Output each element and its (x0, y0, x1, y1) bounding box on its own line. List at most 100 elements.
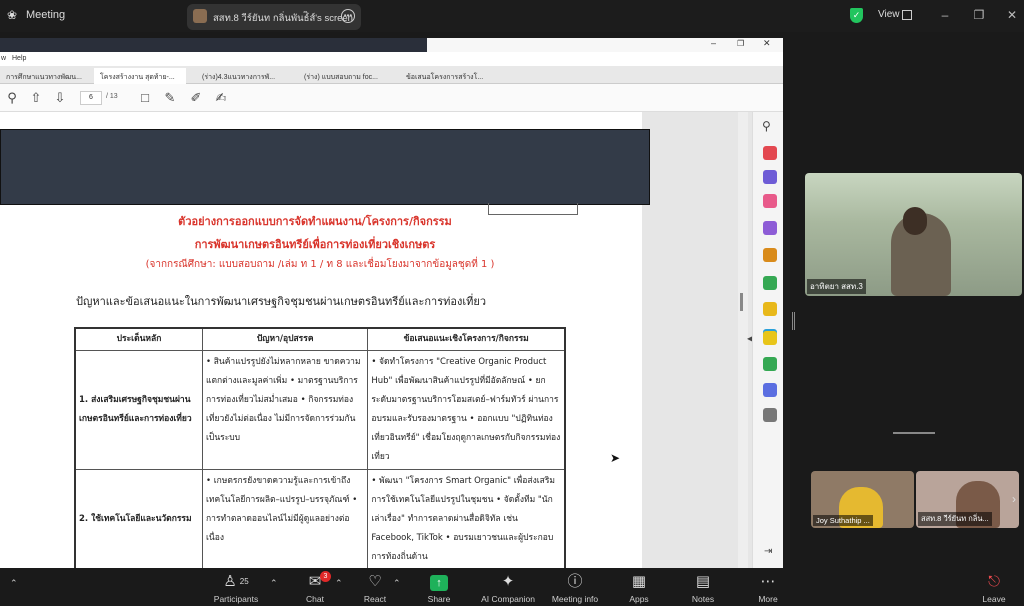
zoom-paw-icon: ❀ (7, 8, 18, 22)
doc-tab[interactable]: (ร่าง)4.3แนวทางการพั... (196, 68, 288, 84)
create-pdf-icon[interactable] (763, 170, 777, 184)
page-number-input[interactable]: 6 (80, 91, 102, 105)
more-dots-icon: ⋯ (760, 573, 776, 590)
page-box-outline (488, 203, 578, 215)
table-header: ข้อเสนอแนะเชิงโครงการ/กิจกรรม (367, 327, 566, 351)
pdf-close-icon[interactable]: ✕ (763, 38, 771, 49)
menu-item-help[interactable]: Help (12, 55, 26, 62)
more-label: More (758, 594, 778, 604)
share-screen-button[interactable]: ↑ Share (406, 572, 472, 604)
doc-tab[interactable]: การศึกษาแนวทางพัฒน... (0, 68, 88, 84)
table-cell-problems: • เกษตรกรยังขาดความรู้และการเข้าถึงเทคโน… (202, 468, 369, 568)
search-icon[interactable]: ⚲ (4, 90, 20, 106)
info-icon: ⓘ (567, 573, 583, 590)
view-grid-icon[interactable] (902, 10, 912, 20)
meeting-controls-bar: ⌃ ♙ 25 Participants ⌃ ✉ Chat ⌃ ♡ React ⌃ … (0, 568, 1024, 606)
table-header: ประเด็นหลัก (74, 327, 204, 351)
apps-button[interactable]: ▦ Apps (606, 572, 672, 604)
request-signature-icon[interactable] (763, 302, 777, 316)
restore-icon[interactable]: ❐ (972, 8, 986, 22)
person-head (903, 207, 927, 235)
participants-icon: ♙ 25 (223, 573, 249, 590)
page-up-icon[interactable]: ⇧ (28, 90, 44, 106)
view-button[interactable]: View (878, 9, 900, 20)
meeting-info-button[interactable]: ⓘ Meeting info (542, 572, 608, 604)
export-pdf-icon[interactable] (763, 146, 777, 160)
minimize-icon[interactable]: – (938, 8, 952, 22)
leave-button[interactable]: ⎋ Leave (962, 572, 1024, 604)
protect-icon[interactable] (763, 383, 777, 397)
chat-unread-badge: 3 (320, 571, 331, 582)
table-clip: ประเด็นหลัก ปัญหา/อุปสรรค ข้อเสนอแนะเชิง… (0, 325, 642, 568)
shared-desktop-strip (0, 38, 427, 52)
apps-icon: ▦ (631, 573, 647, 590)
table-row: 2. ใช้เทคโนโลยีและนวัตกรรม • เกษตรกรยังข… (74, 468, 566, 568)
doc-tab-label: ข้อเสนอโครงการสร้างโ... (406, 74, 484, 81)
table-cell-topic: 2. ใช้เทคโนโลยีและนวัตกรรม (74, 468, 204, 568)
panel-resize-handle[interactable] (792, 312, 795, 330)
doc-tab[interactable]: ข้อเสนอโครงการสร้างโ... (400, 68, 492, 84)
doc-section-heading: ปัญหาและข้อเสนอแนะในการพัฒนาเศรษฐกิจชุมช… (76, 295, 487, 308)
edit-pdf-icon[interactable] (763, 221, 777, 235)
video-tile[interactable]: Joy Suthathip ... (811, 471, 914, 528)
participant-name: อาทิตยา สสท.3 (807, 279, 866, 294)
draw-icon[interactable]: ✐ (188, 90, 204, 106)
pdf-restore-icon[interactable]: ❐ (737, 39, 744, 48)
expand-panel-icon[interactable]: ⇥ (764, 546, 772, 557)
mouse-cursor-icon: ➤ (610, 451, 621, 465)
leave-icon: ⎋ (988, 573, 1000, 590)
participants-count: 25 (239, 577, 249, 586)
participants-chevron-icon[interactable]: ⌃ (270, 578, 278, 589)
fill-sign-icon[interactable]: ✍ (213, 90, 229, 106)
doc-title-line-1: ตัวอย่างการออกแบบการจัดทำแผนงาน/โครงการ/… (178, 215, 452, 228)
doc-tab-label: (ร่าง)4.3แนวทางการพั... (202, 74, 276, 81)
more-tools-icon[interactable] (763, 408, 777, 422)
pdf-scroll-thumb[interactable] (740, 293, 743, 311)
react-chevron-icon[interactable]: ⌃ (393, 578, 401, 589)
more-button[interactable]: ⋯ More (735, 572, 801, 604)
next-page-chevron-icon[interactable]: › (1012, 492, 1016, 506)
page-down-icon[interactable]: ⇩ (52, 90, 68, 106)
notes-label: Notes (691, 594, 715, 604)
ai-sparkle-icon: ✦ (501, 573, 515, 590)
doc-title-line-2: การพัฒนาเกษตรอินทรีย์เพื่อการท่องเที่ยวเ… (194, 238, 436, 251)
organize-pages-icon[interactable] (763, 194, 777, 208)
participants-button[interactable]: ♙ 25 Participants (203, 572, 269, 604)
notes-button[interactable]: ▤ Notes (670, 572, 736, 604)
close-icon[interactable]: ✕ (1005, 8, 1019, 22)
audio-options-chevron-icon[interactable]: ⌃ (10, 578, 18, 589)
comment-tool-icon[interactable] (763, 248, 777, 262)
ai-companion-button[interactable]: ✦ AI Companion (474, 572, 542, 604)
gallery-divider[interactable] (893, 432, 935, 434)
zoom-title-bar: ❀ Meeting สสท.8 วีร์ยันท กลิ่นพันธ์ิส์'s… (0, 0, 1024, 32)
pdf-minimize-icon[interactable]: – (711, 38, 716, 48)
doc-tab-label: (ร่าง) แบบสอบถาม foc... (304, 74, 378, 81)
comment-icon[interactable]: □ (137, 90, 153, 106)
ai-companion-label: AI Companion (481, 594, 535, 604)
menu-item[interactable]: w (1, 55, 6, 62)
video-tile-main[interactable]: อาทิตยา สสท.3 (805, 173, 1022, 296)
shield-icon[interactable]: ✓ (850, 8, 863, 23)
combine-files-icon[interactable] (763, 276, 777, 290)
video-tile[interactable]: สสท.8 วีร์ยันท กลิ่น... (916, 471, 1019, 528)
pdf-menu-bar: w Help (0, 52, 783, 66)
sticky-note-icon[interactable] (763, 331, 777, 345)
zoom-in-icon[interactable]: ⚲ (762, 119, 771, 133)
share-label: Share (427, 594, 451, 604)
share-icon-wrap: ↑ (406, 572, 472, 592)
participants-label: Participants (213, 594, 259, 604)
react-label: React (363, 594, 387, 604)
participant-name: Joy Suthathip ... (813, 515, 873, 526)
screen-share-tab[interactable]: สสท.8 วีร์ยันท กลิ่นพันธ์ิส์'s screen ••… (187, 4, 361, 30)
pdf-tab-bar: การศึกษาแนวทางพัฒน... โครงสร้างงาน สุดท้… (0, 66, 783, 84)
share-arrow-icon: ↑ (430, 575, 448, 591)
print-production-icon[interactable] (763, 357, 777, 371)
table-row: 1. ส่งเสริมเศรษฐกิจชุมชนผ่านเกษตรอินทรีย… (74, 349, 566, 470)
table-cell-proposals: • จัดทำโครงการ "Creative Organic Product… (367, 349, 566, 470)
more-options-icon[interactable]: ••• (341, 9, 355, 23)
doc-tab[interactable]: (ร่าง) แบบสอบถาม foc... (298, 68, 390, 84)
doc-tab-active[interactable]: โครงสร้างงาน สุดท้าย-... (94, 68, 186, 84)
doc-title-line-3: (จากกรณีศึกษา: แบบสอบถาม /เล่ม ท 1 / ท 8… (145, 259, 495, 270)
highlight-pen-icon[interactable]: ✎ (162, 90, 178, 106)
doc-tab-label: โครงสร้างงาน สุดท้าย-... (100, 74, 175, 81)
